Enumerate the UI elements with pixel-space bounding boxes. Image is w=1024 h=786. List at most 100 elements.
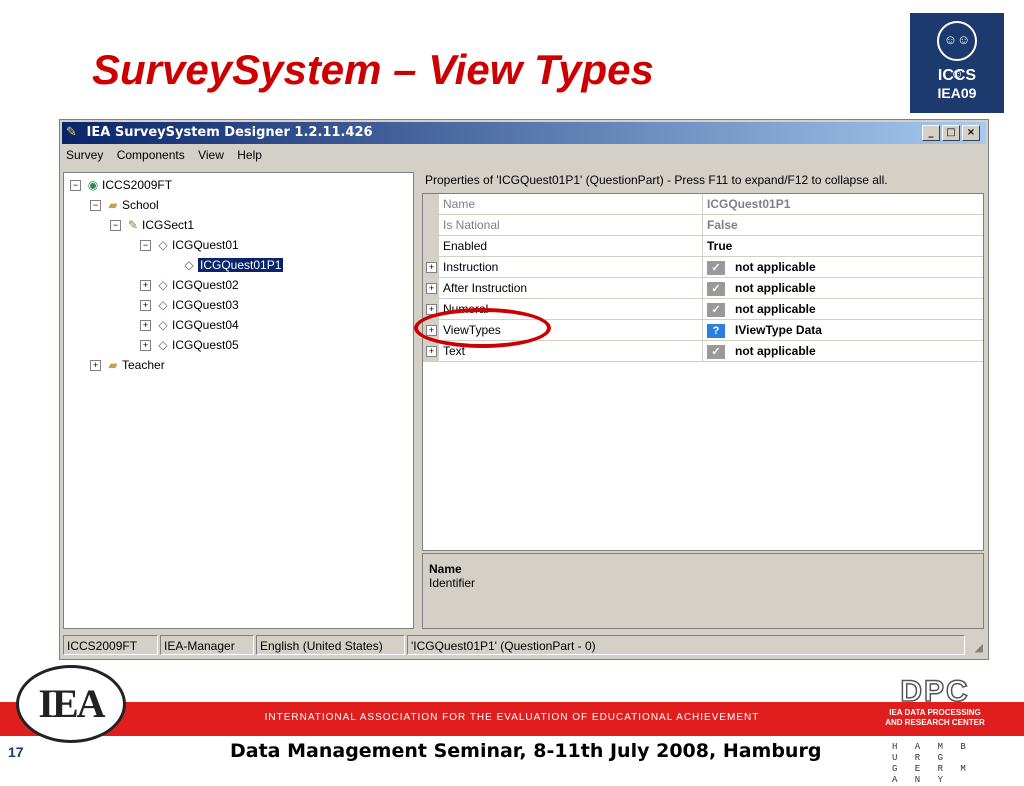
tree-item[interactable]: − ◇ ICGQuest01 — [140, 235, 239, 255]
question-icon: ◇ — [158, 278, 168, 292]
collapse-icon[interactable]: − — [70, 180, 81, 192]
property-row[interactable]: Name ICGQuest01P1 — [423, 194, 983, 215]
property-name: Is National — [443, 218, 500, 232]
property-value[interactable]: False — [702, 215, 981, 235]
globe-icon: ◉ — [87, 178, 99, 192]
property-value[interactable]: ✓ not applicable — [702, 278, 981, 298]
folder-icon: ▰ — [108, 358, 118, 372]
tree-item[interactable]: ◇ ICGQuest01P1 — [180, 255, 284, 275]
iea-logo: IEA — [16, 665, 126, 743]
menu-components[interactable]: Components — [117, 148, 185, 162]
checkmark-icon: ✓ — [707, 302, 725, 317]
property-row[interactable]: + After Instruction ✓ not applicable — [423, 278, 983, 299]
question-icon: ◇ — [158, 338, 168, 352]
tree-item[interactable]: + ◇ ICGQuest02 — [140, 275, 239, 295]
tree-item[interactable]: − ✎ ICGSect1 — [110, 215, 194, 235]
tree-item[interactable]: + ◇ ICGQuest03 — [140, 295, 239, 315]
checkmark-icon: ✓ — [707, 260, 725, 275]
collapse-icon[interactable]: − — [140, 240, 151, 252]
status-selection: 'ICGQuest01P1' (QuestionPart - 0) — [407, 635, 965, 655]
dpc-mark: DPC — [900, 675, 970, 709]
property-value[interactable]: ✓ not applicable — [702, 341, 981, 361]
property-value[interactable]: True — [702, 236, 981, 256]
maximize-button[interactable]: □ — [942, 125, 960, 141]
tree-item[interactable]: + ◇ ICGQuest05 — [140, 335, 239, 355]
footer-text: Data Management Seminar, 8-11th July 200… — [230, 740, 822, 762]
tree-item[interactable]: − ▰ School — [90, 195, 159, 215]
property-gutter — [423, 194, 439, 214]
tree-item[interactable]: + ◇ ICGQuest04 — [140, 315, 239, 335]
menu-view[interactable]: View — [198, 148, 224, 162]
property-value-text: not applicable — [735, 260, 816, 274]
close-button[interactable]: × — [962, 125, 980, 141]
folder-icon: ▰ — [108, 198, 118, 212]
property-gutter: + — [423, 341, 439, 361]
expand-icon[interactable]: + — [140, 300, 151, 312]
menu-help[interactable]: Help — [237, 148, 262, 162]
property-row[interactable]: Is National False — [423, 215, 983, 236]
property-gutter — [423, 215, 439, 235]
property-gutter: + — [423, 278, 439, 298]
description-title: Name — [429, 562, 462, 576]
property-value-text: True — [707, 239, 733, 253]
title-bar[interactable]: ✎ IEA SurveySystem Designer 1.2.11.426 _… — [62, 122, 986, 144]
property-row[interactable]: + Instruction ✓ not applicable — [423, 257, 983, 278]
property-name: Instruction — [443, 260, 499, 274]
status-user: IEA-Manager — [160, 635, 254, 655]
checkmark-icon: ✓ — [707, 344, 725, 359]
property-description: Name Identifier — [422, 553, 984, 629]
property-value-text: IViewType Data — [735, 323, 822, 337]
hamburg-label: H A M B U R G G E R M A N Y — [892, 742, 988, 786]
property-row[interactable]: Enabled True — [423, 236, 983, 257]
slide-title: SurveySystem – View Types — [92, 46, 654, 93]
resize-grip-icon[interactable]: ◢ — [975, 641, 983, 654]
property-value[interactable]: ✓ not applicable — [702, 257, 981, 277]
expand-icon[interactable]: + — [90, 360, 101, 372]
iccs-logo-line2: IEA09 — [937, 85, 977, 101]
question-icon: ◇ — [158, 238, 168, 252]
property-value-text: not applicable — [735, 302, 816, 316]
dpc-line2: AND RESEARCH CENTER — [885, 718, 985, 727]
expand-icon[interactable]: + — [140, 320, 151, 332]
tree-item[interactable]: + ▰ Teacher — [90, 355, 165, 375]
status-survey: ICCS2009FT — [63, 635, 158, 655]
window-title: IEA SurveySystem Designer 1.2.11.426 — [86, 125, 373, 140]
property-name: Enabled — [443, 239, 488, 253]
iccs-logo-line1: ICCS — [937, 67, 977, 84]
minimize-button[interactable]: _ — [922, 125, 940, 141]
collapse-icon[interactable]: − — [90, 200, 101, 212]
tree-item-label: ICGQuest03 — [172, 298, 239, 312]
expand-icon[interactable]: + — [426, 283, 437, 294]
property-gutter — [423, 236, 439, 256]
section-icon: ✎ — [127, 218, 139, 232]
tree-view[interactable]: − ◉ ICCS2009FT − ▰ School − ✎ ICGSect1− ◇ ICGQuest… — [63, 172, 414, 629]
app-window: ✎ IEA SurveySystem Designer 1.2.11.426 _… — [59, 119, 989, 660]
city-label: H A M B U R G — [892, 742, 972, 763]
footer-band-text: INTERNATIONAL ASSOCIATION FOR THE EVALUA… — [264, 712, 760, 723]
expand-icon[interactable]: + — [426, 262, 437, 273]
question-part-icon: ◇ — [184, 258, 194, 272]
properties-heading: Properties of 'ICGQuest01P1' (QuestionPa… — [425, 173, 888, 187]
status-bar: ICCS2009FT IEA-Manager English (United S… — [63, 635, 985, 657]
property-value[interactable]: ICGQuest01P1 — [702, 194, 981, 214]
expand-icon[interactable]: + — [426, 346, 437, 357]
viewtypes-highlight — [414, 308, 551, 348]
tree-item-label: ICGQuest04 — [172, 318, 239, 332]
tree-item-label: ICGQuest01P1 — [198, 258, 284, 272]
collapse-icon[interactable]: − — [110, 220, 121, 232]
tree-item[interactable]: − ◉ ICCS2009FT — [70, 175, 172, 195]
country-label: G E R M A N Y — [892, 764, 972, 785]
tree-item-label: ICGQuest01 — [172, 238, 239, 252]
property-grid: Name ICGQuest01P1 Is National False Enabled T… — [422, 193, 984, 551]
expand-icon[interactable]: + — [140, 280, 151, 292]
expand-icon[interactable]: + — [140, 340, 151, 352]
menu-survey[interactable]: Survey — [66, 148, 103, 162]
tree-item-label: ICGQuest02 — [172, 278, 239, 292]
property-value-text: not applicable — [735, 344, 816, 358]
property-value-text: ICGQuest01P1 — [707, 197, 791, 211]
property-value[interactable]: ? IViewType Data — [702, 320, 981, 340]
property-value-text: False — [707, 218, 738, 232]
status-language: English (United States) — [256, 635, 405, 655]
property-value[interactable]: ✓ not applicable — [702, 299, 981, 319]
checkmark-icon: ✓ — [707, 281, 725, 296]
